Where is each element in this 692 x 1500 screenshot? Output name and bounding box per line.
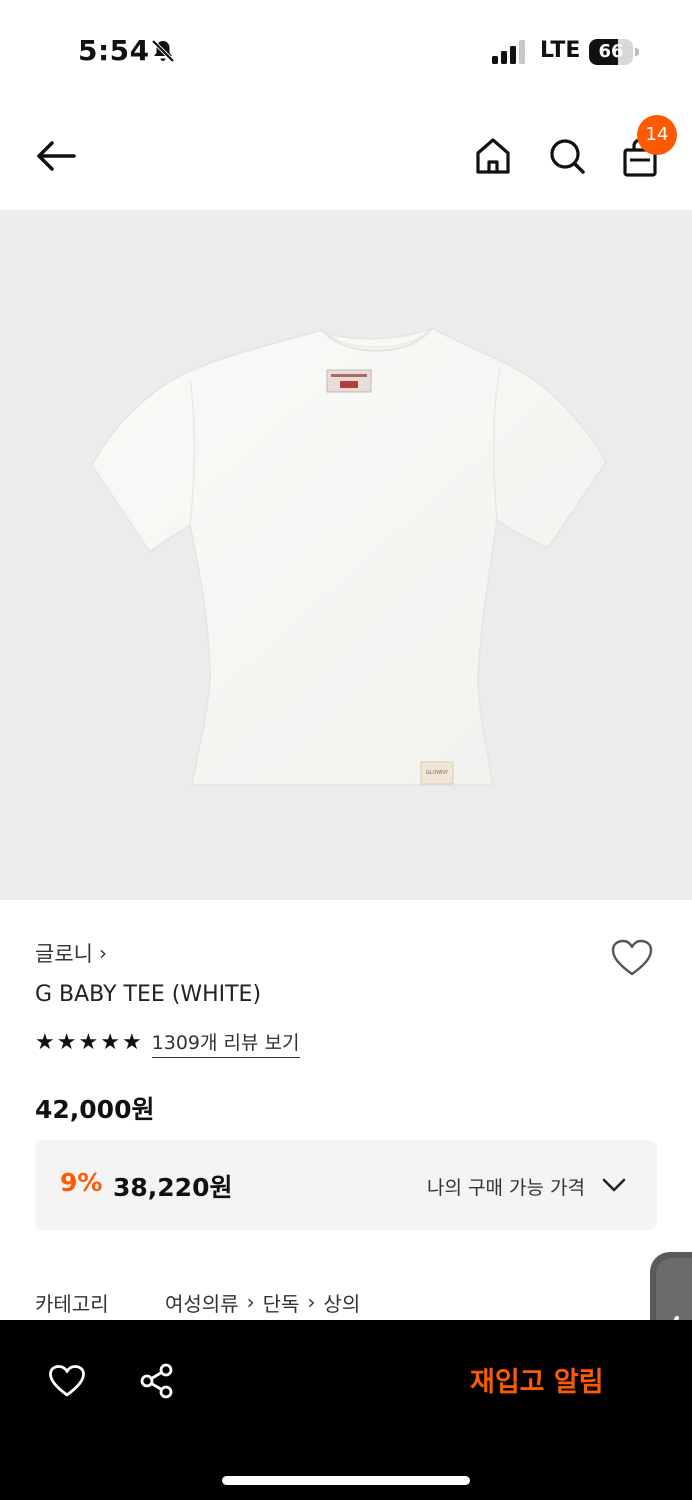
chevron-right-icon: › [246, 1290, 255, 1314]
brand-link[interactable]: 글로니 › [35, 938, 107, 968]
status-bar: 5:54 LTE 66 [0, 0, 692, 100]
network-type: LTE [540, 38, 581, 63]
category-item-womens[interactable]: 여성의류 [165, 1288, 239, 1317]
star-icon: ★ [56, 1030, 77, 1055]
rating-row: ★ ★ ★ ★ ★ 1309개 리뷰 보기 [35, 1028, 300, 1058]
hem-tag-text: GLOWNY [426, 770, 449, 776]
product-image[interactable]: GLOWNY [0, 210, 692, 900]
star-icon: ★ [35, 1030, 55, 1055]
sale-price: 38,220원 [113, 1173, 233, 1202]
brand-name[interactable]: 글로니 [35, 938, 93, 968]
chevron-right-icon: › [98, 941, 107, 965]
bell-off-icon [151, 39, 175, 63]
t-shirt-image: GLOWNY [91, 327, 607, 786]
category-item-exclusive[interactable]: 단독 [263, 1288, 300, 1317]
top-nav-bar [0, 100, 692, 210]
cart-count-badge: 14 [637, 115, 677, 155]
rating-stars: ★ ★ ★ ★ ★ [35, 1030, 142, 1056]
search-icon[interactable] [548, 136, 586, 176]
wishlist-heart-icon[interactable] [610, 938, 654, 978]
heart-icon[interactable] [48, 1364, 86, 1398]
review-link[interactable]: 1309개 리뷰 보기 [151, 1028, 300, 1058]
list-price: 42,000원 [35, 1095, 155, 1124]
price-option-box[interactable]: 9% 38,220원 나의 구매 가능 가격 [35, 1140, 657, 1230]
restock-alert-button[interactable]: 재입고 알림 [470, 1360, 604, 1399]
star-icon: ★ [100, 1030, 120, 1055]
battery-percent: 66 [598, 41, 624, 62]
star-icon: ★ [78, 1030, 99, 1055]
bottom-action-bar: 재입고 알림 [0, 1320, 692, 1500]
back-arrow-icon[interactable] [34, 138, 78, 174]
status-time: 5:54 [78, 34, 150, 67]
category-item-tops[interactable]: 상의 [323, 1288, 360, 1317]
share-icon[interactable] [138, 1362, 176, 1400]
category-label: 카테고리 [35, 1291, 109, 1316]
chevron-down-icon[interactable] [601, 1176, 627, 1194]
discount-rate: 9% [60, 1168, 103, 1197]
price-option-label[interactable]: 나의 구매 가능 가격 [427, 1173, 585, 1200]
category-breadcrumb: 여성의류 › 단독 › 상의 [165, 1288, 360, 1317]
signal-icon [492, 40, 525, 64]
chevron-right-icon: › [307, 1290, 316, 1314]
home-indicator [222, 1476, 470, 1485]
battery-icon: 66 [589, 39, 639, 65]
product-title: G BABY TEE (WHITE) [35, 982, 262, 1007]
star-icon: ★ [121, 1030, 142, 1055]
home-icon[interactable] [474, 136, 512, 176]
category-row: 카테고리 여성의류 › 단독 › 상의 [35, 1288, 360, 1316]
